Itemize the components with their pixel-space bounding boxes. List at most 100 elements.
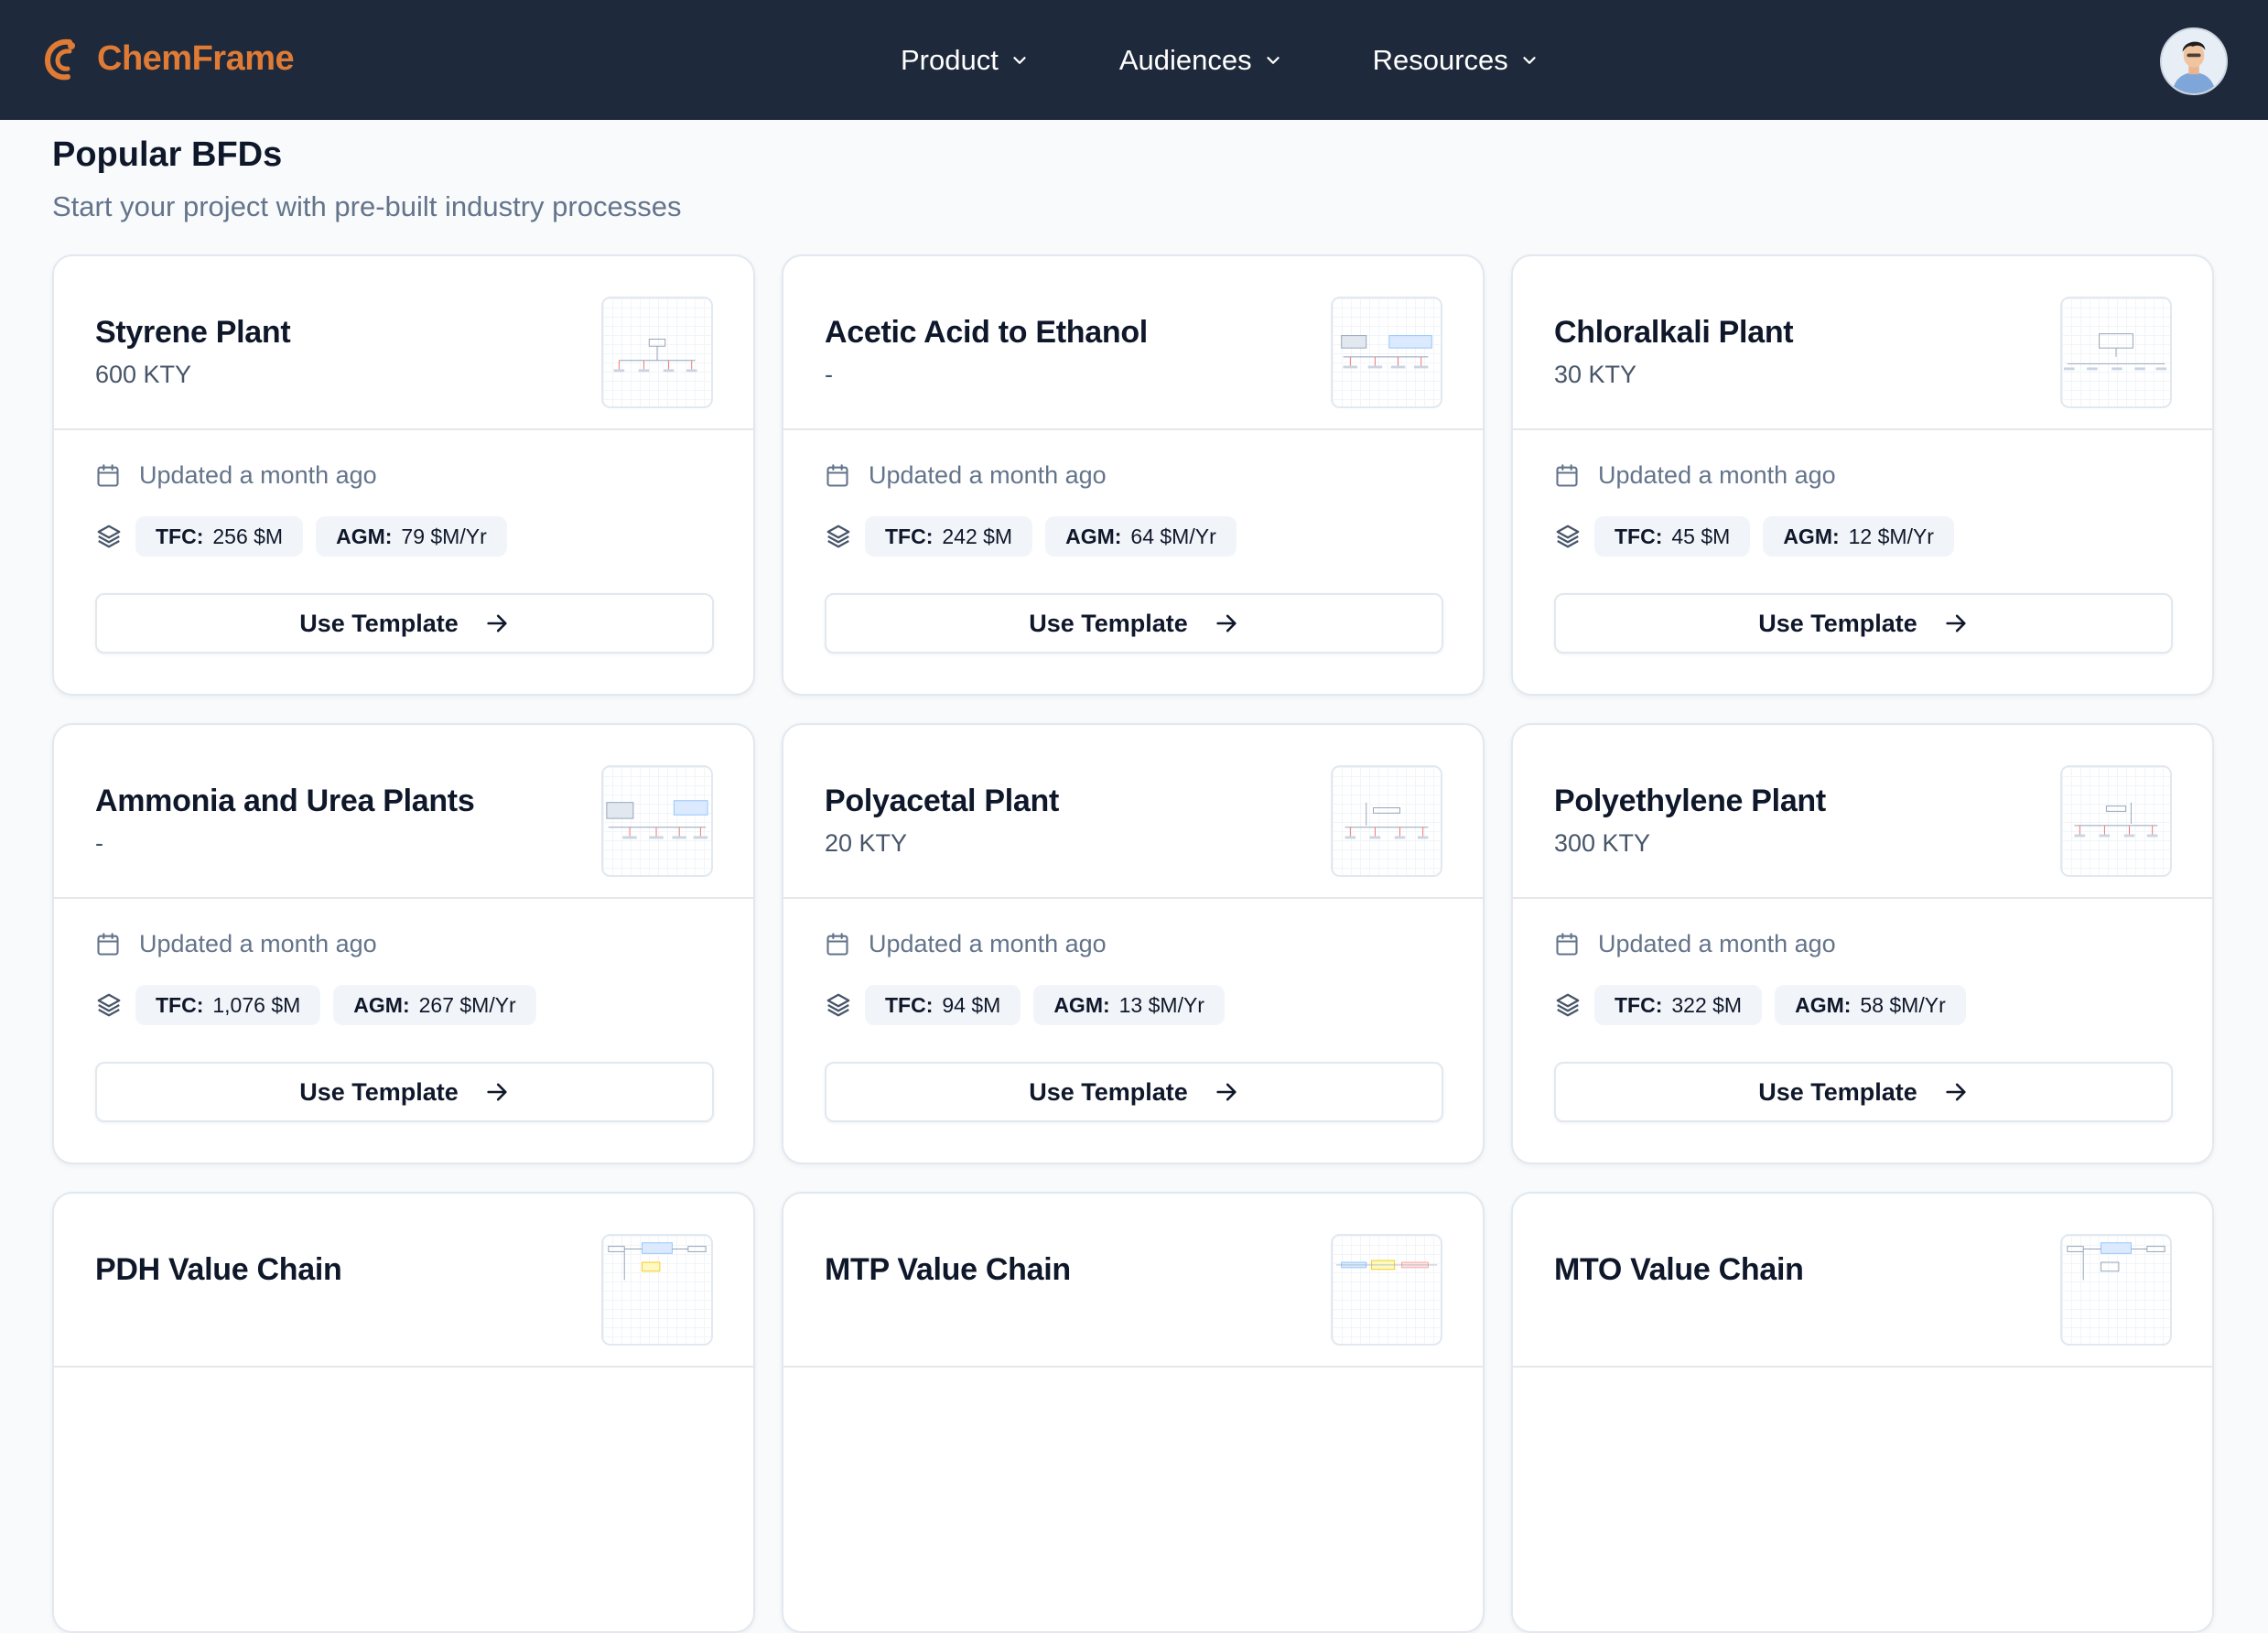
- updated-text: Updated a month ago: [869, 461, 1107, 489]
- card-header: Ammonia and Urea Plants -: [54, 725, 753, 899]
- template-card[interactable]: PDH Value Chain: [52, 1192, 755, 1633]
- card-capacity: 20 KTY: [825, 829, 908, 857]
- layers-icon: [97, 525, 121, 548]
- tfc-value: 1,076 $M: [212, 992, 301, 1017]
- arrow-right-icon: [1216, 614, 1237, 633]
- use-template-label: Use Template: [299, 1077, 459, 1106]
- use-template-button[interactable]: Use Template: [825, 1062, 1443, 1122]
- diagram-thumbnail: [1331, 297, 1442, 408]
- nav-audiences[interactable]: Audiences: [1119, 44, 1283, 77]
- calendar-icon: [1556, 463, 1578, 487]
- nav-product-label: Product: [901, 43, 999, 76]
- template-card[interactable]: Ammonia and Urea Plants - Updated a mont…: [52, 723, 755, 1164]
- calendar-icon: [1556, 932, 1578, 956]
- agm-label: AGM:: [336, 524, 393, 548]
- use-template-button[interactable]: Use Template: [95, 1062, 714, 1122]
- use-template-label: Use Template: [1029, 1077, 1188, 1106]
- diagram-thumbnail: [601, 1234, 713, 1346]
- tfc-badge: TFC: 256 $M: [135, 516, 304, 557]
- arrow-right-icon: [1946, 1083, 1966, 1101]
- card-title: Polyacetal Plant: [825, 784, 1059, 818]
- tfc-badge: TFC: 242 $M: [865, 516, 1033, 557]
- card-capacity: 30 KTY: [1554, 361, 1637, 388]
- layers-icon: [826, 993, 850, 1017]
- agm-value: 267 $M/Yr: [418, 992, 516, 1017]
- top-navbar: ChemFrame Product Audiences Resources: [0, 0, 2268, 120]
- agm-label: AGM:: [353, 992, 410, 1017]
- chevron-down-icon: [1523, 56, 1536, 64]
- updated-row: Updated a month ago: [825, 930, 1107, 958]
- arrow-right-icon: [1216, 1083, 1237, 1101]
- layers-icon: [97, 993, 121, 1017]
- card-capacity: -: [825, 361, 833, 388]
- agm-value: 13 $M/Yr: [1118, 992, 1204, 1017]
- template-card[interactable]: MTP Value Chain: [782, 1192, 1485, 1633]
- nav-resources-label: Resources: [1372, 43, 1508, 76]
- use-template-button[interactable]: Use Template: [95, 593, 714, 654]
- diagram-thumbnail: [2060, 1234, 2172, 1346]
- updated-text: Updated a month ago: [139, 461, 377, 489]
- card-title: MTP Value Chain: [825, 1252, 1071, 1287]
- diagram-thumbnail: [601, 765, 713, 877]
- page-title: Popular BFDs: [52, 135, 283, 174]
- metrics-row: TFC: 94 $M AGM: 13 $M/Yr: [825, 985, 1237, 1025]
- arrow-right-icon: [1946, 614, 1966, 633]
- tfc-value: 45 $M: [1671, 524, 1731, 548]
- card-title: MTO Value Chain: [1554, 1252, 1804, 1287]
- card-header: Polyacetal Plant 20 KTY: [783, 725, 1483, 899]
- updated-text: Updated a month ago: [1598, 461, 1836, 489]
- chemframe-logo-icon: [44, 38, 75, 81]
- brand-name: ChemFrame: [97, 38, 295, 78]
- template-card[interactable]: Polyethylene Plant 300 KTY Updated a mon…: [1511, 723, 2214, 1164]
- use-template-button[interactable]: Use Template: [825, 593, 1443, 654]
- tfc-badge: TFC: 94 $M: [865, 985, 1021, 1025]
- template-card[interactable]: Styrene Plant 600 KTY Updated a month ag…: [52, 254, 755, 696]
- use-template-button[interactable]: Use Template: [1554, 1062, 2173, 1122]
- card-title: PDH Value Chain: [95, 1252, 342, 1287]
- nav-resources[interactable]: Resources: [1373, 44, 1539, 77]
- updated-row: Updated a month ago: [1554, 461, 1836, 490]
- agm-value: 64 $M/Yr: [1130, 524, 1216, 548]
- use-template-label: Use Template: [1758, 609, 1917, 637]
- agm-value: 12 $M/Yr: [1848, 524, 1934, 548]
- calendar-icon: [826, 463, 848, 487]
- agm-value: 58 $M/Yr: [1860, 992, 1946, 1017]
- updated-row: Updated a month ago: [95, 461, 377, 490]
- template-card[interactable]: Acetic Acid to Ethanol - Updated a month…: [782, 254, 1485, 696]
- card-capacity: 300 KTY: [1554, 829, 1651, 857]
- updated-text: Updated a month ago: [1598, 930, 1836, 957]
- metrics-row: TFC: 45 $M AGM: 12 $M/Yr: [1554, 516, 1967, 557]
- tfc-label: TFC:: [1615, 992, 1663, 1017]
- layers-icon: [1556, 525, 1580, 548]
- metrics-row: TFC: 1,076 $M AGM: 267 $M/Yr: [95, 985, 549, 1025]
- template-card[interactable]: Chloralkali Plant 30 KTY Updated a month…: [1511, 254, 2214, 696]
- user-avatar[interactable]: [2160, 27, 2228, 95]
- nav-product[interactable]: Product: [901, 44, 1030, 77]
- tfc-label: TFC:: [156, 524, 204, 548]
- tfc-value: 94 $M: [942, 992, 1001, 1017]
- use-template-button[interactable]: Use Template: [1554, 593, 2173, 654]
- agm-label: AGM:: [1795, 992, 1852, 1017]
- template-card[interactable]: MTO Value Chain: [1511, 1192, 2214, 1633]
- avatar-illustration: [2162, 29, 2226, 93]
- metrics-row: TFC: 242 $M AGM: 64 $M/Yr: [825, 516, 1249, 557]
- template-card[interactable]: Polyacetal Plant 20 KTY Updated a month …: [782, 723, 1485, 1164]
- diagram-thumbnail: [1331, 1234, 1442, 1346]
- card-header: Acetic Acid to Ethanol -: [783, 256, 1483, 430]
- card-capacity: 600 KTY: [95, 361, 192, 388]
- metrics-row: TFC: 322 $M AGM: 58 $M/Yr: [1554, 985, 1979, 1025]
- tfc-badge: TFC: 1,076 $M: [135, 985, 321, 1025]
- tfc-value: 322 $M: [1671, 992, 1743, 1017]
- card-header: PDH Value Chain: [54, 1194, 753, 1368]
- agm-badge: AGM: 64 $M/Yr: [1045, 516, 1237, 557]
- card-header: Polyethylene Plant 300 KTY: [1513, 725, 2212, 899]
- brand[interactable]: ChemFrame: [42, 35, 295, 82]
- card-title: Chloralkali Plant: [1554, 315, 1794, 350]
- agm-label: AGM:: [1783, 524, 1840, 548]
- layers-icon: [826, 525, 850, 548]
- nav-audiences-label: Audiences: [1118, 43, 1252, 76]
- card-capacity: -: [95, 829, 103, 857]
- agm-badge: AGM: 13 $M/Yr: [1033, 985, 1225, 1025]
- calendar-icon: [826, 932, 848, 956]
- tfc-label: TFC:: [885, 992, 934, 1017]
